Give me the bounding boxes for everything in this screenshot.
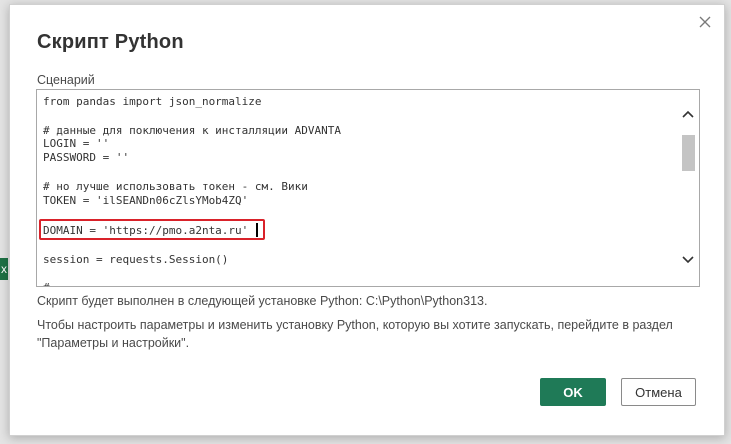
code-line: # но лучше использовать токен - см. Вики: [43, 180, 308, 193]
scroll-thumb[interactable]: [682, 135, 695, 171]
script-editor[interactable]: from pandas import json_normalize # данн…: [36, 89, 700, 287]
close-button[interactable]: [694, 11, 716, 33]
text-caret: [256, 223, 258, 237]
code-line: from pandas import json_normalize: [43, 95, 262, 108]
ok-button[interactable]: OK: [540, 378, 606, 406]
code-line: session = requests.Session(): [43, 253, 229, 266]
python-script-dialog: Скрипт Python Сценарий from pandas impor…: [9, 4, 725, 436]
code-line: # ...: [43, 281, 76, 286]
code-line: # данные для поключения к инсталляции AD…: [43, 124, 342, 137]
code-line: TOKEN = 'ilSEANDn06cZlsYMob4ZQ': [43, 194, 249, 207]
settings-hint-continued: "Параметры и настройки".: [37, 336, 190, 350]
script-label: Сценарий: [37, 73, 95, 87]
chevron-down-icon: [682, 256, 694, 264]
chevron-up-icon: [682, 110, 694, 118]
python-install-info: Скрипт будет выполнен в следующей устано…: [37, 294, 488, 308]
code-line: PASSWORD = '': [43, 151, 130, 164]
close-icon: [699, 16, 711, 28]
scroll-up-button[interactable]: [677, 104, 699, 124]
code-line: LOGIN = '': [43, 137, 110, 150]
background-excel-edge: x: [0, 258, 8, 280]
code-area[interactable]: from pandas import json_normalize # данн…: [37, 90, 677, 286]
scroll-down-button[interactable]: [677, 250, 699, 270]
cancel-button[interactable]: Отмена: [621, 378, 696, 406]
vertical-scrollbar[interactable]: [677, 90, 699, 286]
settings-hint: Чтобы настроить параметры и изменить уст…: [37, 318, 673, 332]
highlight-box: [39, 219, 265, 240]
dialog-title: Скрипт Python: [37, 31, 184, 53]
